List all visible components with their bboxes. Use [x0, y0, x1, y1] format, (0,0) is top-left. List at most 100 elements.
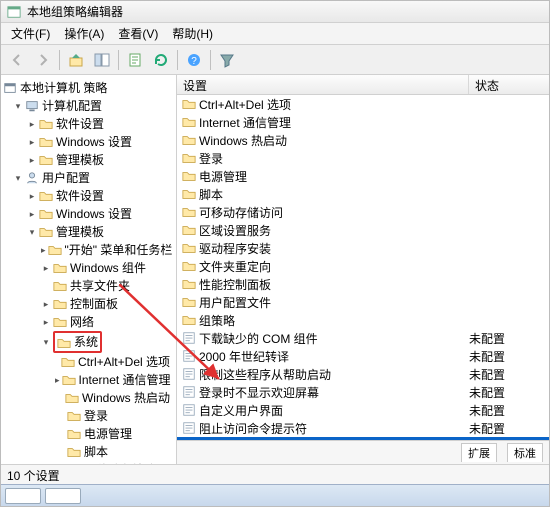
tree-node[interactable]: ▸"开始" 菜单和任务栏 [3, 241, 174, 259]
list-item[interactable]: 驱动程序安装 [177, 239, 549, 257]
tree-node[interactable]: ▸Windows 组件 [3, 259, 174, 277]
list-item[interactable]: 登录时不显示欢迎屏幕未配置 [177, 383, 549, 401]
item-label: 可移动存储访问 [199, 204, 469, 221]
collapse-icon[interactable]: ▾ [41, 337, 51, 347]
tree-node[interactable]: 共享文件夹 [3, 277, 174, 295]
item-label: 自定义用户界面 [199, 402, 469, 419]
window-title: 本地组策略编辑器 [27, 3, 123, 20]
tree-node[interactable]: 脚本 [3, 443, 174, 461]
up-button[interactable] [64, 48, 88, 72]
tree-pane[interactable]: 本地计算机 策略 ▾计算机配置 ▸软件设置 ▸Windows 设置 ▸管理模板 … [1, 75, 177, 464]
menu-help[interactable]: 帮助(H) [166, 23, 219, 44]
column-state[interactable]: 状态 [469, 75, 549, 94]
tree-node[interactable]: ▸软件设置 [3, 187, 174, 205]
tree-label: 登录 [84, 407, 108, 425]
tab-extended[interactable]: 扩展 [461, 443, 497, 462]
tree-label: Ctrl+Alt+Del 选项 [78, 353, 170, 371]
tree-node[interactable]: ▸Windows 设置 [3, 133, 174, 151]
tree-label: Windows 热启动 [82, 389, 170, 407]
list-item[interactable]: 登录 [177, 149, 549, 167]
tree-label: 本地计算机 策略 [20, 79, 107, 97]
menu-view[interactable]: 查看(V) [112, 23, 164, 44]
taskbar-button[interactable] [45, 488, 81, 504]
item-label: 区域设置服务 [199, 222, 469, 239]
tree-node[interactable]: Ctrl+Alt+Del 选项 [3, 353, 174, 371]
tree-node[interactable]: ▾管理模板 [3, 223, 174, 241]
expand-icon[interactable]: ▸ [27, 209, 37, 219]
tree-node[interactable]: ▸网络 [3, 313, 174, 331]
collapse-icon[interactable]: ▾ [13, 101, 23, 111]
tree-node[interactable]: ▸Internet 通信管理 [3, 371, 174, 389]
item-label: 用户配置文件 [199, 294, 469, 311]
folder-icon [39, 117, 53, 131]
expand-icon[interactable]: ▸ [27, 155, 37, 165]
tree-node[interactable]: ▸Windows 设置 [3, 205, 174, 223]
item-label: 阻止访问命令提示符 [199, 420, 469, 437]
collapse-icon[interactable]: ▾ [13, 173, 23, 183]
folder-icon [39, 135, 53, 149]
list-item[interactable]: 用户配置文件 [177, 293, 549, 311]
tree-node[interactable]: Windows 热启动 [3, 389, 174, 407]
folder-icon [61, 355, 75, 369]
list-item[interactable]: 可移动存储访问 [177, 203, 549, 221]
item-label: 登录 [199, 150, 469, 167]
list-item[interactable]: 自定义用户界面未配置 [177, 401, 549, 419]
item-label: Internet 通信管理 [199, 114, 469, 131]
show-hide-tree-button[interactable] [90, 48, 114, 72]
list-item[interactable]: 脚本 [177, 185, 549, 203]
folder-icon [53, 315, 67, 329]
item-label: 文件夹重定向 [199, 258, 469, 275]
folder-icon [67, 445, 81, 459]
menu-action[interactable]: 操作(A) [58, 23, 110, 44]
tree-node-system[interactable]: ▾系统 [3, 331, 174, 353]
tree-node[interactable]: ▸管理模板 [3, 151, 174, 169]
list-item[interactable]: Ctrl+Alt+Del 选项 [177, 95, 549, 113]
item-state: 未配置 [469, 348, 547, 365]
list-item[interactable]: 性能控制面板 [177, 275, 549, 293]
settings-list[interactable]: Ctrl+Alt+Del 选项Internet 通信管理Windows 热启动登… [177, 95, 549, 440]
forward-button[interactable] [31, 48, 55, 72]
tree-node[interactable]: 可移动存储访问 [3, 461, 174, 464]
expand-icon[interactable]: ▸ [27, 119, 37, 129]
collapse-icon[interactable]: ▾ [27, 227, 37, 237]
taskbar-button[interactable] [5, 488, 41, 504]
refresh-button[interactable] [149, 48, 173, 72]
expand-icon[interactable]: ▸ [27, 137, 37, 147]
export-button[interactable] [123, 48, 147, 72]
folder-icon [48, 243, 62, 257]
list-pane: 设置 状态 Ctrl+Alt+Del 选项Internet 通信管理Window… [177, 75, 549, 464]
tree-node-computer[interactable]: ▾计算机配置 [3, 97, 174, 115]
list-item[interactable]: 下载缺少的 COM 组件未配置 [177, 329, 549, 347]
column-setting[interactable]: 设置 [177, 75, 469, 94]
expand-icon[interactable]: ▸ [41, 299, 51, 309]
expand-icon[interactable]: ▸ [41, 317, 51, 327]
tree-node-user[interactable]: ▾用户配置 [3, 169, 174, 187]
expand-icon[interactable]: ▸ [41, 245, 46, 255]
list-item[interactable]: Internet 通信管理 [177, 113, 549, 131]
list-item[interactable]: 阻止访问命令提示符未配置 [177, 419, 549, 437]
expand-icon[interactable]: ▸ [27, 191, 37, 201]
tree-label: 软件设置 [56, 115, 104, 133]
filter-button[interactable] [215, 48, 239, 72]
help-button[interactable]: ? [182, 48, 206, 72]
tree-node[interactable]: ▸控制面板 [3, 295, 174, 313]
list-item[interactable]: 电源管理 [177, 167, 549, 185]
list-item[interactable]: 2000 年世纪转译未配置 [177, 347, 549, 365]
tab-standard[interactable]: 标准 [507, 443, 543, 462]
list-item[interactable]: Windows 热启动 [177, 131, 549, 149]
menu-file[interactable]: 文件(F) [5, 23, 56, 44]
item-label: 下载缺少的 COM 组件 [199, 330, 469, 347]
tree-root[interactable]: 本地计算机 策略 [3, 79, 174, 97]
tree-node[interactable]: ▸ 软件设置 [3, 115, 174, 133]
column-headers: 设置 状态 [177, 75, 549, 95]
expand-icon[interactable]: ▸ [41, 263, 51, 273]
menu-bar: 文件(F) 操作(A) 查看(V) 帮助(H) [1, 23, 549, 45]
list-item[interactable]: 区域设置服务 [177, 221, 549, 239]
list-item[interactable]: 限制这些程序从帮助启动未配置 [177, 365, 549, 383]
tree-node[interactable]: 电源管理 [3, 425, 174, 443]
expand-icon[interactable]: ▸ [55, 375, 60, 385]
tree-node[interactable]: 登录 [3, 407, 174, 425]
back-button[interactable] [5, 48, 29, 72]
list-item[interactable]: 组策略 [177, 311, 549, 329]
list-item[interactable]: 文件夹重定向 [177, 257, 549, 275]
